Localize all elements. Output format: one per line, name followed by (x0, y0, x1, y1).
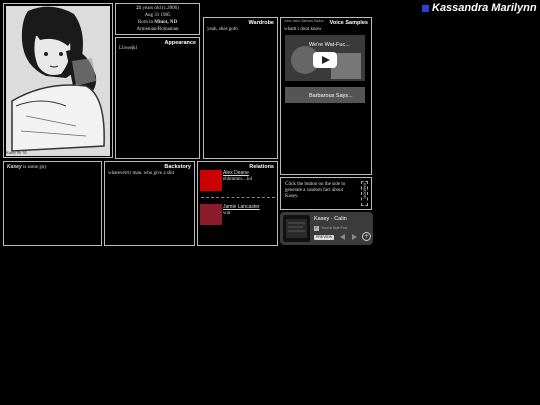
voice-text: whattt i dont know (284, 27, 322, 32)
relation-2-swatch (200, 204, 222, 225)
relation-1-note: ehhmmm....lol (223, 177, 253, 182)
appearance-header: Appearance (164, 40, 197, 46)
backstory-box: Backstory whateverrrr man. who give a sh… (104, 161, 195, 246)
age-line: 21 years old (c.2006) (116, 6, 199, 12)
next-icon[interactable] (352, 234, 357, 240)
backstory-text: whateverrrr man. who give a shit (108, 171, 175, 176)
title-square-icon (422, 5, 429, 12)
basic-info-box: 21 years old (c.2006) Aug 31 1985 Born i… (115, 3, 200, 35)
relation-1-name[interactable]: Alex Deane (223, 170, 249, 176)
random-fact-button[interactable]: RANDOM (361, 181, 368, 206)
video-1-title: We're Wat-Fuc... (309, 42, 350, 48)
relation-2-name[interactable]: Jamie Lancaster (223, 204, 260, 210)
track-title: Calin (334, 216, 347, 222)
relations-divider (201, 197, 275, 198)
music-player[interactable]: Kasey · Calin E You're Not Fun PREVIEW + (280, 212, 373, 245)
relations-header: Relations (249, 164, 274, 170)
video-2-title: Barbarous Says... (309, 93, 353, 99)
born-prefix: Born in (137, 20, 154, 25)
page-title: Kassandra Marilynn (432, 2, 537, 14)
album-art (283, 215, 310, 242)
born-place: Minot, ND (154, 20, 178, 25)
backstory-header: Backstory (164, 164, 191, 170)
voice-box: voice claim: Barbara Santos Voice Sample… (280, 17, 372, 175)
bio-text: is some guy (22, 165, 47, 170)
random-fact-text: Click the button on the side to generate… (285, 182, 346, 199)
relation-1-swatch (200, 170, 222, 191)
video-embed-1[interactable]: We're Wat-Fuc... (285, 35, 365, 81)
voice-header: Voice Samples (329, 20, 368, 26)
track-artist: Kasey (314, 216, 330, 222)
relation-2-note: wut (223, 211, 231, 216)
appearance-text: Llowejkl (119, 46, 138, 51)
portrait-image: Kasey 06 '05 (6, 6, 110, 156)
track-separator: · (330, 216, 333, 222)
birthday: Aug 31 1985 (144, 13, 171, 18)
track-line: Kasey · Calin (314, 216, 347, 223)
preview-button[interactable]: PREVIEW (314, 235, 335, 240)
track-subtitle: You're Not Fun (321, 225, 348, 230)
portrait-box: Kasey 06 '05 (3, 3, 113, 158)
add-icon[interactable]: + (362, 232, 371, 241)
appearance-box: Appearance Llowejkl (115, 37, 200, 159)
bio-name: Kasey (7, 164, 22, 170)
age-text: years old (c.2006) (142, 6, 179, 11)
bio-box: Kasey is some guy (3, 161, 102, 246)
play-button-icon[interactable] (313, 52, 337, 68)
explicit-badge: E (314, 226, 319, 231)
random-fact-box: Click the button on the side to generate… (280, 177, 372, 210)
wardrobe-box: Wardrobe yeah, shes goth (203, 17, 278, 159)
portrait-caption: Kasey 06 '05 (6, 150, 27, 156)
age-number: 21 (136, 6, 142, 11)
previous-icon[interactable] (340, 234, 345, 240)
bio-line: Kasey is some guy (7, 164, 47, 171)
ethnicity: Armenian/Romanian (136, 27, 179, 32)
wardrobe-text: yeah, shes goth (207, 27, 238, 32)
random-fact-button-label: RANDOM (362, 183, 367, 199)
wardrobe-header: Wardrobe (248, 20, 274, 26)
video-embed-2[interactable]: Barbarous Says... (285, 87, 365, 103)
birthplace-line: Born in Minot, ND (116, 20, 199, 26)
voice-claim: voice claim: Barbara Santos (284, 19, 324, 23)
